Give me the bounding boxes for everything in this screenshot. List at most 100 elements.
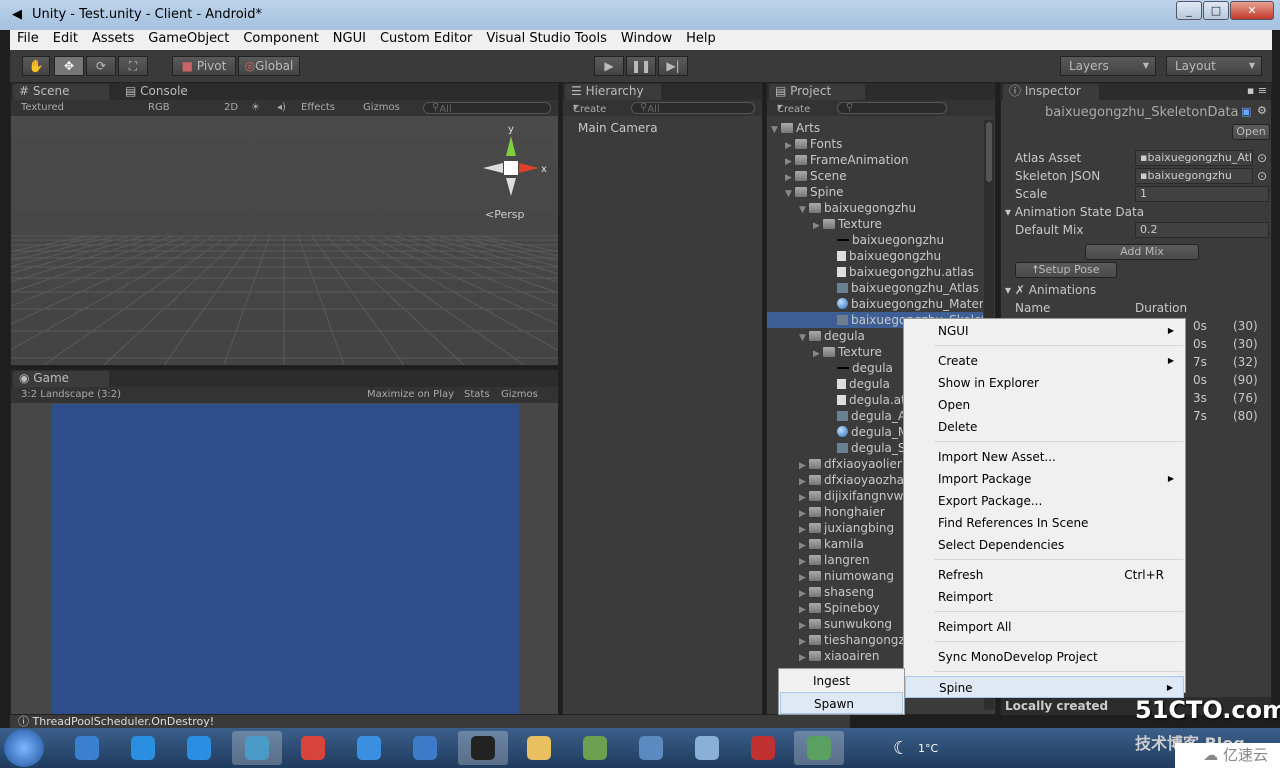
menu-item-delete[interactable]: Delete [905, 416, 1184, 438]
collapsed-arrow-icon[interactable]: ▶ [799, 650, 809, 664]
project-item[interactable]: ▶ Texture [767, 216, 983, 232]
project-item[interactable]: baixuegongzhu [767, 232, 983, 248]
menu-item-refresh[interactable]: Refresh Ctrl+R [905, 564, 1184, 586]
menu-component[interactable]: Component [236, 30, 325, 50]
menu-item-spine[interactable]: Spine ▶ [905, 676, 1184, 698]
create-dropdown[interactable]: Create ▾ [777, 102, 810, 115]
gear-icon[interactable]: ⚙ [1257, 104, 1267, 117]
project-item[interactable]: ▼ baixuegongzhu [767, 200, 983, 216]
collapsed-arrow-icon[interactable]: ▶ [799, 490, 809, 504]
minimize-button[interactable]: _ [1176, 1, 1202, 20]
menu-item-sync-monodevelop-project[interactable]: Sync MonoDevelop Project [905, 646, 1184, 668]
tab-inspector[interactable]: ⓘ Inspector [1003, 84, 1099, 100]
taskbar-pinned-app-button[interactable] [62, 731, 112, 765]
collapsed-arrow-icon[interactable]: ▶ [799, 602, 809, 616]
collapsed-arrow-icon[interactable]: ▶ [785, 138, 795, 152]
taskbar-internet-explorer-button[interactable] [118, 731, 168, 765]
menu-assets[interactable]: Assets [85, 30, 141, 50]
menu-item-ingest[interactable]: Ingest [780, 670, 903, 692]
pivot-button[interactable]: ■ Pivot [172, 56, 236, 76]
project-item[interactable]: ▼ Spine [767, 184, 983, 200]
expanded-arrow-icon[interactable]: ▼ [799, 202, 809, 216]
object-picker-icon[interactable]: ⊙ [1257, 149, 1267, 167]
project-item[interactable]: baixuegongzhu_Material [767, 296, 983, 312]
project-item[interactable]: ▼ Arts [767, 120, 983, 136]
hand-tool-button[interactable]: ✋ [22, 56, 50, 76]
menu-item-reimport-all[interactable]: Reimport All [905, 616, 1184, 638]
menu-item-import-new-asset[interactable]: Import New Asset... [905, 446, 1184, 468]
menu-help[interactable]: Help [679, 30, 723, 50]
tab-project[interactable]: ▤ Project [769, 84, 865, 100]
taskbar-notepad-button[interactable] [682, 731, 732, 765]
play-button[interactable]: ▶ [594, 56, 624, 76]
step-button[interactable]: ▶| [658, 56, 688, 76]
taskbar-browser-button[interactable] [232, 731, 282, 765]
gizmos-dropdown[interactable]: Gizmos [363, 102, 400, 113]
collapsed-arrow-icon[interactable]: ▶ [799, 554, 809, 568]
expanded-arrow-icon[interactable]: ▼ [771, 122, 781, 136]
menu-ngui[interactable]: NGUI [326, 30, 373, 50]
hierarchy-item[interactable]: Main Camera [563, 120, 762, 136]
menu-item-ngui[interactable]: NGUI ▶ [905, 320, 1184, 342]
collapsed-arrow-icon[interactable]: ▶ [799, 538, 809, 552]
maximize-button[interactable]: □ [1203, 1, 1229, 20]
open-button[interactable]: Open [1232, 124, 1270, 140]
project-item[interactable]: ▶ FrameAnimation [767, 152, 983, 168]
project-item[interactable]: ▶ Fonts [767, 136, 983, 152]
create-dropdown[interactable]: Create ▾ [573, 102, 606, 115]
maximize-on-play-toggle[interactable]: Maximize on Play [367, 389, 454, 400]
hierarchy-search-input[interactable]: ⚲ All [631, 102, 755, 115]
global-button[interactable]: ◎Global [238, 56, 300, 76]
taskbar-game-app-button[interactable] [738, 731, 788, 765]
project-item[interactable]: baixuegongzhu_Atlas [767, 280, 983, 296]
layers-dropdown[interactable]: Layers ▼ [1060, 56, 1156, 76]
taskbar-search-app-button[interactable] [400, 731, 450, 765]
status-bar[interactable]: ⓘ ThreadPoolScheduler.OnDestroy! [10, 715, 850, 728]
taskbar-ie-blue-button[interactable] [344, 731, 394, 765]
tab-scene[interactable]: # Scene [13, 84, 109, 100]
help-icon[interactable]: ▣ [1241, 105, 1251, 118]
channel-dropdown[interactable]: RGB [148, 102, 170, 113]
menu-item-select-dependencies[interactable]: Select Dependencies [905, 534, 1184, 556]
collapsed-arrow-icon[interactable]: ▶ [813, 218, 823, 232]
collapsed-arrow-icon[interactable]: ▶ [799, 618, 809, 632]
audio-icon[interactable]: ◂) [277, 102, 286, 113]
add-mix-button[interactable]: Add Mix [1085, 244, 1199, 260]
gizmos-dropdown[interactable]: Gizmos [501, 389, 538, 400]
rotate-tool-button[interactable]: ⟳ [86, 56, 116, 76]
menu-file[interactable]: File [10, 30, 46, 50]
taskbar-recycle-bin-button[interactable] [794, 731, 844, 765]
taskbar-chrome-button[interactable] [288, 731, 338, 765]
effects-dropdown[interactable]: Effects [301, 102, 335, 113]
menu-visual-studio-tools[interactable]: Visual Studio Tools [479, 30, 614, 50]
menu-window[interactable]: Window [614, 30, 679, 50]
skeleton-json-field[interactable]: ▪baixuegongzhu [1135, 168, 1253, 184]
tab-console[interactable]: ▤ Console [119, 84, 194, 100]
animation-state-header[interactable]: ▾ Animation State Data [1005, 203, 1271, 221]
project-item[interactable]: baixuegongzhu.atlas [767, 264, 983, 280]
pause-button[interactable]: ❚❚ [626, 56, 656, 76]
scene-viewport[interactable]: y x <Persp [11, 116, 558, 365]
object-picker-icon[interactable]: ⊙ [1257, 167, 1267, 185]
project-item[interactable]: ▶ Scene [767, 168, 983, 184]
lighting-icon[interactable]: ☀ [251, 102, 260, 113]
shading-dropdown[interactable]: Textured [21, 102, 64, 113]
taskbar-internet-explorer-alt-button[interactable] [174, 731, 224, 765]
collapsed-arrow-icon[interactable]: ▶ [799, 586, 809, 600]
menu-item-find-references-in-scene[interactable]: Find References In Scene [905, 512, 1184, 534]
taskbar-unity-button[interactable] [458, 731, 508, 765]
collapsed-arrow-icon[interactable]: ▶ [799, 506, 809, 520]
scale-field[interactable]: 1 [1135, 186, 1269, 202]
taskbar-editor-button[interactable] [570, 731, 620, 765]
collapsed-arrow-icon[interactable]: ▶ [813, 346, 823, 360]
scene-search-input[interactable]: ⚲ All [423, 102, 551, 115]
menu-item-show-in-explorer[interactable]: Show in Explorer [905, 372, 1184, 394]
collapsed-arrow-icon[interactable]: ▶ [799, 474, 809, 488]
taskbar-file-explorer-button[interactable] [514, 731, 564, 765]
collapsed-arrow-icon[interactable]: ▶ [799, 634, 809, 648]
menu-item-export-package[interactable]: Export Package... [905, 490, 1184, 512]
menu-item-reimport[interactable]: Reimport [905, 586, 1184, 608]
animations-header[interactable]: ▾ ✗ Animations [1005, 281, 1271, 299]
tab-game[interactable]: ◉ Game [13, 371, 109, 387]
collapsed-arrow-icon[interactable]: ▶ [799, 458, 809, 472]
